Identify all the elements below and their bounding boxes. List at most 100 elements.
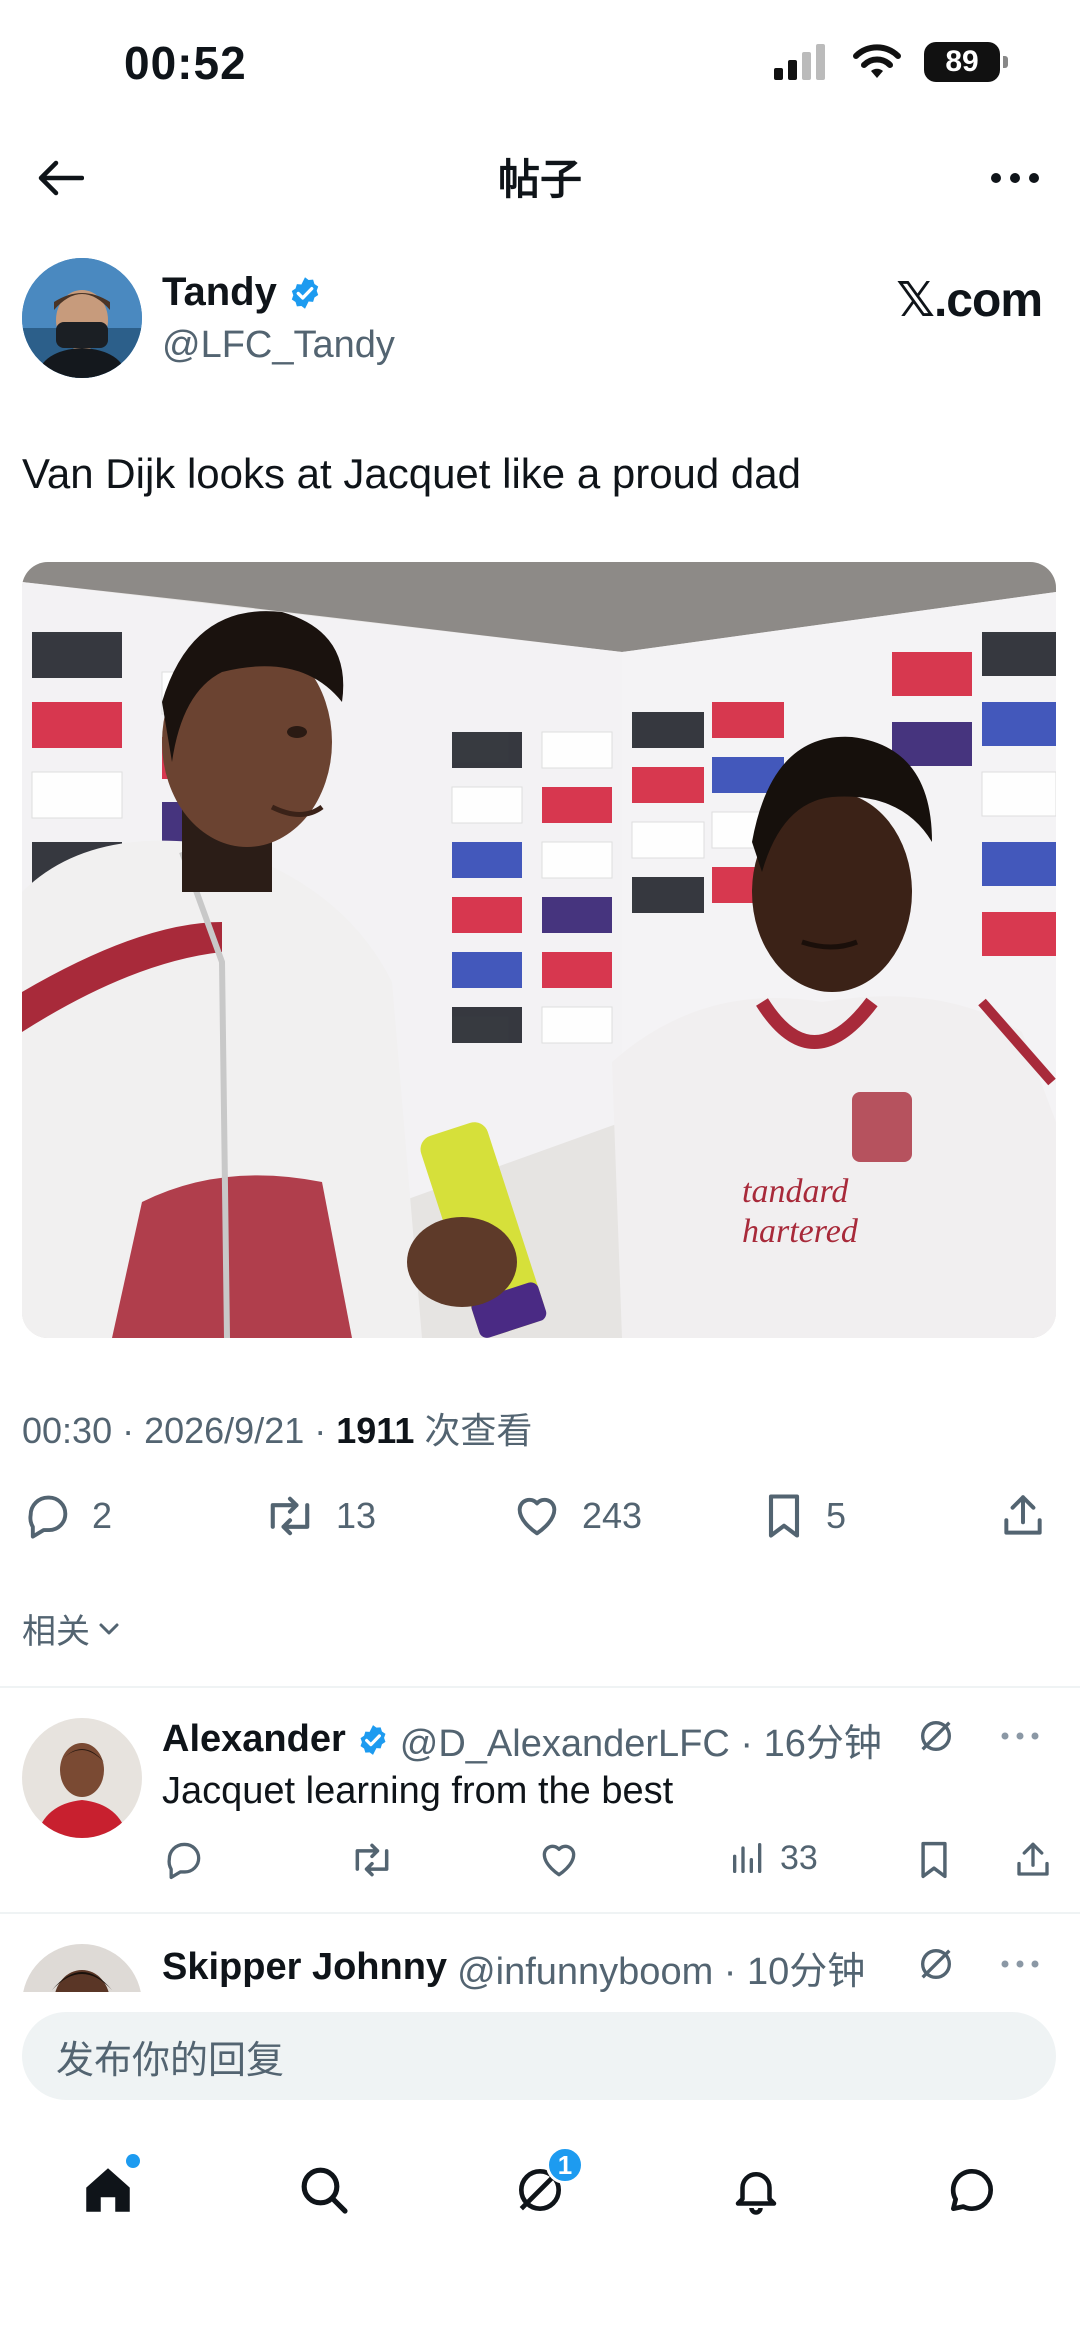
battery-level: 89: [945, 45, 979, 78]
like-count: 243: [582, 1495, 643, 1536]
reply-bookmark-action[interactable]: [914, 1838, 954, 1882]
search-icon: [301, 2167, 348, 2214]
tweet-timestamp: 00:30 · 2026/9/21 ·: [22, 1410, 337, 1451]
post-header: 帖子: [0, 130, 1080, 220]
reply-avatar[interactable]: [22, 1944, 142, 1992]
repost-icon: [270, 1496, 310, 1536]
reply-bubble-icon: [28, 1495, 68, 1539]
tweet-author: Tandy @LFC_Tandy 𝕏.com: [22, 258, 1062, 388]
reply-composer-bar: 发布你的回复: [0, 1992, 1080, 2122]
reply-avatar[interactable]: [22, 1718, 142, 1838]
more-dots-icon[interactable]: [1000, 1959, 1040, 1969]
reply-views-action[interactable]: 33: [728, 1838, 818, 1878]
reply-repost-action[interactable]: [348, 1838, 396, 1882]
wifi-icon: [853, 44, 901, 78]
more-options-button[interactable]: [980, 148, 1050, 208]
verified-badge-icon: [291, 276, 319, 309]
page-title: 帖子: [497, 156, 582, 203]
bookmark-count: 5: [826, 1495, 847, 1536]
tweet-meta: 00:30 · 2026/9/21 · 1911 次查看: [22, 1402, 532, 1454]
tab-home[interactable]: [58, 2140, 158, 2240]
reply-actions: 33: [162, 1838, 1052, 1888]
repost-count: 13: [336, 1495, 377, 1536]
grok-icon[interactable]: [916, 1944, 956, 1984]
bookmark-action[interactable]: 5: [760, 1490, 846, 1542]
reply-tools: [916, 1716, 1040, 1756]
x-com-watermark: 𝕏.com: [896, 274, 1043, 327]
more-dots-icon: [991, 173, 1039, 183]
reply-avatar-image: [22, 1718, 142, 1838]
battery-indicator: 89: [924, 42, 1008, 82]
bookmark-icon: [921, 1841, 947, 1879]
share-action[interactable]: [998, 1490, 1048, 1542]
home-notification-dot: [126, 2154, 140, 2168]
tweet-actions: 2 13 243 5: [22, 1490, 1062, 1546]
status-time: 00:52: [124, 37, 247, 89]
section-divider: [0, 1686, 1080, 1688]
svg-text:hartered: hartered: [742, 1213, 859, 1250]
tweet-text: Van Dijk looks at Jacquet like a proud d…: [22, 450, 802, 497]
view-count-label: 次查看: [414, 1410, 533, 1451]
more-dots-icon[interactable]: [1000, 1731, 1040, 1741]
author-avatar[interactable]: [22, 258, 142, 378]
chat-bubble-icon: [950, 2168, 993, 2211]
status-bar: 00:52 89: [0, 0, 1080, 130]
back-button[interactable]: [30, 148, 90, 208]
tab-notifications[interactable]: [706, 2140, 806, 2240]
related-label: 相关: [22, 1613, 90, 1651]
heart-icon: [542, 1844, 576, 1877]
reply-header: Alexander @D_AlexanderLFC · 16分钟: [162, 1712, 882, 1767]
reply-share-action[interactable]: [1012, 1838, 1054, 1882]
reply-tools: [916, 1944, 1040, 1984]
reply-item[interactable]: Alexander @D_AlexanderLFC · 16分钟 Jacquet…: [0, 1712, 1080, 1912]
reply-author-name[interactable]: Alexander: [162, 1718, 346, 1761]
reply-input[interactable]: 发布你的回复: [22, 2012, 1056, 2100]
home-icon: [86, 2168, 130, 2212]
repost-icon: [355, 1843, 389, 1877]
repost-action[interactable]: 13: [262, 1490, 376, 1542]
status-icons: 89: [774, 42, 1008, 82]
reply-input-placeholder: 发布你的回复: [56, 2039, 285, 2082]
analytics-bars-icon: [733, 1843, 762, 1873]
tab-grok[interactable]: 1: [490, 2140, 590, 2240]
author-avatar-image: [22, 258, 142, 378]
reply-count: 2: [92, 1495, 113, 1536]
reply-view-count: 33: [780, 1838, 818, 1877]
verified-badge-icon: [360, 1724, 386, 1755]
grok-icon[interactable]: [916, 1716, 956, 1756]
tweet-photo[interactable]: tandard hartered: [22, 562, 1056, 1338]
like-action[interactable]: 243: [510, 1490, 642, 1542]
tab-search[interactable]: [274, 2140, 374, 2240]
reply-item[interactable]: Skipper Johnny @infunnyboom · 10分钟: [0, 1940, 1080, 1992]
arrow-left-icon: [38, 160, 84, 196]
reply-handle-time[interactable]: @infunnyboom · 10分钟: [457, 1940, 865, 1992]
tab-messages[interactable]: [922, 2140, 1022, 2240]
reply-action[interactable]: 2: [22, 1490, 112, 1542]
chevron-down-icon: [99, 1623, 119, 1634]
bell-icon: [735, 2172, 777, 2215]
heart-icon: [517, 1497, 557, 1536]
reply-divider: [0, 1912, 1080, 1914]
bottom-nav: 1: [0, 2140, 1080, 2240]
grok-badge-count: 1: [557, 2149, 573, 2180]
author-name-row: Tandy: [162, 270, 323, 315]
view-count: 1911: [336, 1410, 415, 1451]
reply-author-name[interactable]: Skipper Johnny: [162, 1946, 447, 1989]
reply-like-action[interactable]: [536, 1838, 582, 1882]
reply-avatar-image: [22, 1944, 142, 1992]
reply-bubble-icon: [167, 1842, 201, 1880]
author-name[interactable]: Tandy: [162, 270, 277, 315]
share-icon: [1004, 1495, 1042, 1535]
share-icon: [1017, 1842, 1049, 1876]
cellular-signal-icon: [774, 44, 825, 80]
svg-text:tandard: tandard: [742, 1173, 849, 1210]
reply-reply-action[interactable]: [162, 1838, 206, 1882]
reply-text: Jacquet learning from the best: [162, 1770, 674, 1812]
tweet-photo-illustration: tandard hartered: [22, 562, 1056, 1338]
grok-badge: 1: [546, 2146, 584, 2184]
reply-header: Skipper Johnny @infunnyboom · 10分钟: [162, 1940, 865, 1992]
related-dropdown[interactable]: 相关: [22, 1604, 122, 1653]
reply-handle-time[interactable]: @D_AlexanderLFC · 16分钟: [400, 1712, 882, 1767]
author-handle[interactable]: @LFC_Tandy: [162, 324, 395, 367]
bookmark-icon: [768, 1494, 800, 1538]
